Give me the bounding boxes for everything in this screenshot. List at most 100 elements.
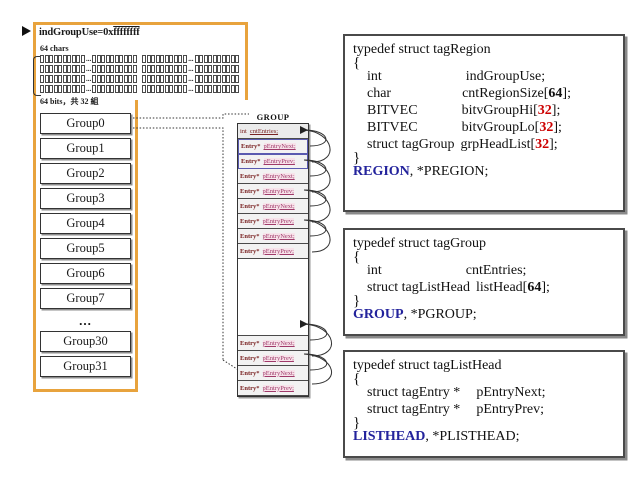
- group-list-item[interactable]: Group3: [40, 188, 131, 209]
- listhead-field-pentryprev: struct tagEntry * pEntryPrev;: [353, 401, 615, 418]
- listhead-open-brace: {: [353, 371, 361, 387]
- bit-cell: [128, 54, 133, 63]
- listhead-close-brace: }: [353, 415, 361, 431]
- group-list-item[interactable]: Group1: [40, 138, 131, 159]
- bit-cell: [80, 74, 85, 83]
- region-typedef-name: REGION: [353, 164, 410, 179]
- bit-cell: [151, 84, 156, 93]
- group-table-entry-row[interactable]: Entry* pEntryNext;: [238, 169, 308, 184]
- bit-cell: [101, 84, 106, 93]
- region-f3-type: BITVEC: [367, 103, 418, 118]
- ind-group-use-value: ffffffff: [113, 27, 140, 38]
- bit-cell: [132, 54, 137, 63]
- group-table-entry-row[interactable]: Entry* pEntryPrev;: [238, 381, 308, 396]
- bit-cell: [155, 74, 160, 83]
- group-table-entry-row[interactable]: Entry* pEntryPrev;: [238, 214, 308, 229]
- group-list-item[interactable]: Group6: [40, 263, 131, 284]
- bit-cell: [235, 74, 239, 83]
- group-table: int cntEntries; Entry* pEntryNext; Entry* pEn…: [237, 123, 309, 397]
- group-list-item[interactable]: Group7: [40, 288, 131, 309]
- region-f5-size: 32: [535, 137, 550, 152]
- group-list-item[interactable]: Group4: [40, 213, 131, 234]
- bits-count-label: 64 bits，共 32 組: [40, 97, 99, 106]
- bit-cell: [142, 74, 147, 83]
- bit-cell: [62, 64, 67, 73]
- bit-cell: [96, 84, 101, 93]
- bit-cell: [203, 74, 208, 83]
- group-table-entry-row[interactable]: Entry* pEntryNext;: [238, 139, 308, 154]
- group-list-item[interactable]: Group31: [40, 356, 131, 377]
- bit-cell: [212, 74, 217, 83]
- group-f2-name: listHead[: [476, 280, 528, 295]
- bit-cell: [221, 74, 226, 83]
- entry-row-type: Entry*: [240, 217, 260, 225]
- group-table-entry-row[interactable]: Entry* pEntryPrev;: [238, 351, 308, 366]
- bit-cell: [226, 54, 230, 63]
- group-table-entry-row[interactable]: Entry* pEntryPrev;: [238, 184, 308, 199]
- region-f2-name: cntRegionSize[: [462, 86, 549, 101]
- bit-grid-row: ......: [40, 54, 242, 63]
- bit-cell: [178, 74, 183, 83]
- ind-group-use-prefix: indGroupUse=0x: [39, 27, 114, 38]
- bit-cell: [235, 64, 239, 73]
- bit-cell: [128, 74, 133, 83]
- bit-cell: [114, 54, 119, 63]
- bit-cell: [164, 64, 169, 73]
- bit-cell: [62, 74, 67, 83]
- group-list-item-label: Group2: [66, 166, 105, 180]
- region-f4-tail: ];: [553, 120, 562, 135]
- group-list-item-label: Group7: [66, 291, 105, 305]
- bit-cell: [203, 84, 208, 93]
- bit-cell: [132, 84, 137, 93]
- bit-cell: [44, 64, 49, 73]
- group-list-item[interactable]: Group30: [40, 331, 131, 352]
- bit-cell: [178, 54, 183, 63]
- entry-row-type: Entry*: [241, 143, 261, 150]
- bit-cell: [164, 84, 169, 93]
- group-table-entry-row[interactable]: Entry* pEntryPrev;: [238, 154, 308, 169]
- typedef-region-box: typedef struct tagRegion { int indGroupUs…: [343, 34, 625, 212]
- bit-cell: [194, 84, 199, 93]
- entry-row-name: pEntryPrev;: [263, 158, 295, 165]
- ind-group-use-label: indGroupUse=0xffffffff: [39, 27, 140, 38]
- bit-cell: [160, 84, 165, 93]
- group-field-listhead: struct tagListHead listHead[64];: [353, 279, 615, 296]
- bit-cell: [132, 74, 137, 83]
- group-table-entry-row[interactable]: Entry* pEntryPrev;: [238, 244, 308, 259]
- group-table-entry-row[interactable]: Entry* pEntryNext;: [238, 199, 308, 214]
- bit-cell: [53, 74, 58, 83]
- bit-cell: [132, 64, 137, 73]
- bit-grid-ellipsis: ...: [86, 74, 92, 83]
- bit-cell: [178, 84, 183, 93]
- bit-cell: [67, 84, 71, 93]
- bit-grid-ellipsis: ...: [86, 54, 92, 63]
- bit-cell: [199, 84, 203, 93]
- group-list: Group0 Group1 Group2 Group3 Group4 Group5 Grou…: [40, 113, 131, 381]
- bit-cell: [110, 74, 115, 83]
- group-typedef-name: GROUP: [353, 307, 404, 322]
- bit-cell: [80, 84, 85, 93]
- bit-cell: [40, 64, 44, 73]
- region-f3-name: bitvGroupHi[: [461, 103, 538, 118]
- region-field-cntregionsize: char cntRegionSize[64];: [353, 85, 615, 102]
- bit-cell: [110, 84, 115, 93]
- bit-grid-row: ......: [40, 74, 242, 83]
- group-table-entry-row[interactable]: Entry* pEntryNext;: [238, 366, 308, 381]
- bit-cell: [230, 64, 235, 73]
- group-list-item[interactable]: Group2: [40, 163, 131, 184]
- group-table-header-type: int: [240, 127, 247, 135]
- group-table-entry-row[interactable]: Entry* pEntryNext;: [238, 229, 308, 244]
- bit-cell: [58, 84, 62, 93]
- bit-cell: [199, 64, 203, 73]
- group-table-entry-row[interactable]: Entry* pEntryNext;: [238, 336, 308, 351]
- bit-cell: [101, 54, 106, 63]
- bit-cell: [182, 54, 187, 63]
- bit-cell: [110, 64, 115, 73]
- group-list-item[interactable]: Group5: [40, 238, 131, 259]
- entry-row-name: pEntryPrev;: [262, 384, 294, 392]
- bit-cell: [199, 74, 203, 83]
- bit-cell: [160, 54, 165, 63]
- region-f2-tail: ];: [562, 86, 571, 101]
- entry-row-name: pEntryPrev;: [262, 187, 294, 195]
- group-list-item[interactable]: Group0: [40, 113, 131, 134]
